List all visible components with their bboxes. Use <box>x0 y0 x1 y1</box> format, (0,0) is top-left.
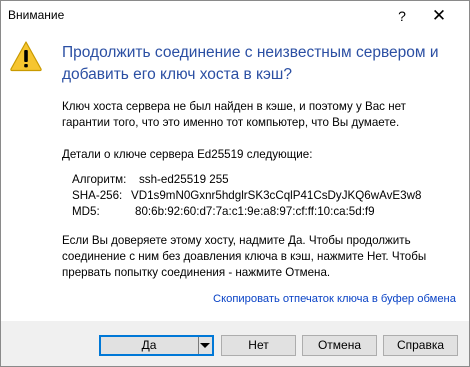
detail-value: VD1s9mN0Gxnr5hdglrSK3cCqlP41CsDyJKQ6wAvE… <box>131 189 422 202</box>
detail-row-md5: MD5: 80:6b:92:60:d7:7a:c1:9e:a8:97:cf:ff:… <box>72 204 375 220</box>
yes-button-label[interactable]: Да <box>101 337 197 354</box>
text-line: прервать попытку соединения - нажмите От… <box>62 266 331 279</box>
detail-value: ssh-ed25519 255 <box>139 173 229 186</box>
detail-label: SHA-256: <box>72 189 123 202</box>
warning-icon <box>10 41 42 72</box>
dropdown-arrow-icon[interactable] <box>200 343 210 348</box>
detail-label: Алгоритм: <box>72 173 127 186</box>
split-divider <box>198 337 199 354</box>
text-line: Если Вы доверяете этому хосту, надмите Д… <box>62 234 411 247</box>
text-line: гарантии того, что это именно тот компью… <box>62 116 400 129</box>
window-title: Внимание <box>8 8 65 22</box>
button-bar: Да Нет Отмена Справка <box>1 321 469 366</box>
text-line: соединение с ним без доавления ключа в к… <box>62 250 427 263</box>
yes-split-button[interactable]: Да <box>99 335 214 356</box>
close-icon[interactable]: ✕ <box>428 5 450 27</box>
detail-label: MD5: <box>72 205 100 218</box>
title-bar: Внимание ? ✕ <box>1 1 469 31</box>
help-icon[interactable]: ? <box>391 5 413 27</box>
warning-dialog: Внимание ? ✕ Продолжить соединение с неи… <box>0 0 470 367</box>
instructions-text: Если Вы доверяете этому хосту, надмите Д… <box>62 233 457 281</box>
headline-line: Продолжить соединение с неизвестным серв… <box>62 44 439 61</box>
detail-value: 80:6b:92:60:d7:7a:c1:9e:a8:97:cf:ff:10:c… <box>135 205 375 218</box>
key-not-found-text: Ключ хоста сервера не был найден в кэше,… <box>62 99 457 131</box>
key-details-heading: Детали о ключе сервера Ed25519 следующие… <box>62 148 313 161</box>
no-button[interactable]: Нет <box>221 335 296 356</box>
cancel-button[interactable]: Отмена <box>302 335 377 356</box>
detail-row-algorithm: Алгоритм: ssh-ed25519 255 <box>72 172 229 188</box>
headline-line: добавить его ключ хоста в кэш? <box>62 66 292 83</box>
dialog-headline: Продолжить соединение с неизвестным серв… <box>62 42 454 86</box>
help-button[interactable]: Справка <box>383 335 458 356</box>
detail-row-sha256: SHA-256: VD1s9mN0Gxnr5hdglrSK3cCqlP41CsDy… <box>72 188 421 204</box>
copy-fingerprint-link[interactable]: Скопировать отпечаток ключа в буфер обме… <box>213 293 456 305</box>
text-line: Ключ хоста сервера не был найден в кэше,… <box>62 100 406 113</box>
